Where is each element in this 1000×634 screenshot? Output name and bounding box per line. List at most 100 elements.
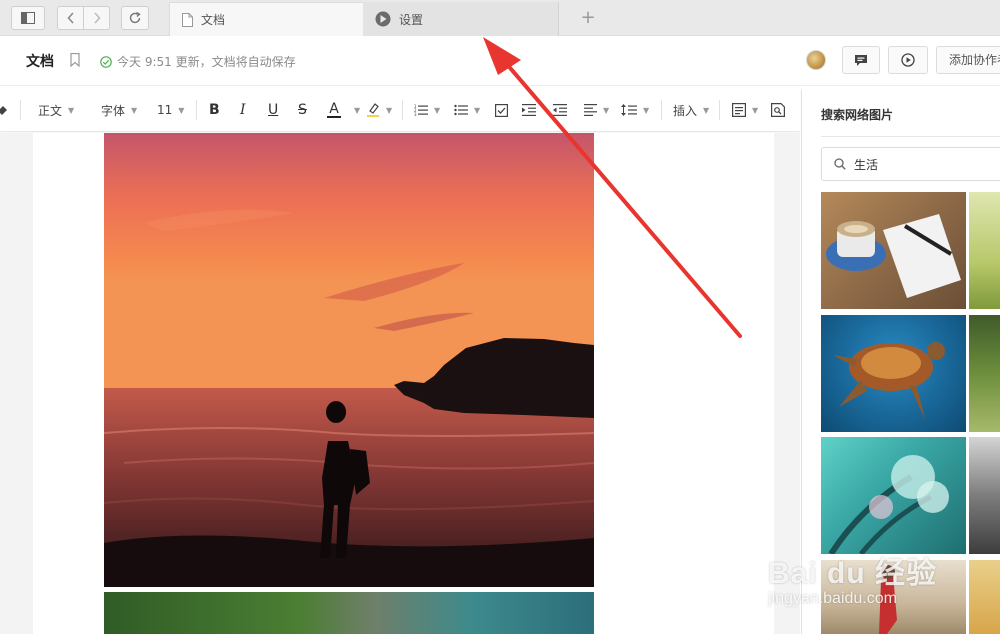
font-color-dropdown[interactable]: ▼ (348, 100, 360, 120)
tab-document[interactable]: 文档 (169, 2, 364, 36)
image-search-icon (771, 103, 785, 117)
image-search-input[interactable]: 生活 (821, 147, 1000, 181)
caret-down-icon: ▼ (178, 105, 185, 115)
search-icon (834, 158, 846, 170)
line-spacing-button[interactable]: ▼ (621, 100, 649, 120)
font-size-select[interactable]: 11 ▼ (157, 100, 184, 120)
bullet-list-button[interactable]: ▼ (454, 100, 480, 120)
watermark-logo: Bai du 经验 (768, 557, 938, 590)
user-avatar[interactable] (806, 50, 826, 70)
bookmark-button[interactable] (70, 52, 80, 71)
caret-down-icon: ▼ (643, 105, 650, 115)
dandelion-photo (828, 455, 949, 554)
baidu-jingyan-watermark: Bai du 经验 jingyan.baidu.com (768, 548, 948, 608)
paragraph-style-value: 正文 (38, 103, 63, 118)
result-image-field[interactable] (969, 192, 1000, 309)
caret-down-icon: ▼ (474, 105, 481, 115)
ordered-list-icon: 123 (414, 104, 428, 116)
coffee-photo (826, 214, 961, 298)
caret-down-icon: ▼ (68, 105, 75, 115)
panel-divider (821, 136, 1000, 137)
comment-icon (855, 54, 867, 66)
toolbar-divider (196, 100, 197, 120)
settings-app-icon (375, 11, 391, 27)
result-image-building[interactable] (969, 437, 1000, 554)
browser-tab-bar: 文档 设置 + (0, 0, 1000, 36)
strikethrough-button[interactable]: S (298, 100, 307, 120)
editor-canvas (0, 133, 800, 634)
back-button[interactable] (57, 6, 84, 30)
panel-title: 搜索网络图片 (821, 108, 894, 122)
line-spacing-icon (621, 104, 637, 116)
inserted-image-coast[interactable] (104, 592, 594, 634)
caret-down-icon: ▼ (703, 105, 710, 115)
checklist-button[interactable] (495, 100, 508, 120)
forward-button[interactable] (83, 6, 110, 30)
toolbar-divider (402, 100, 403, 120)
chevron-left-icon (66, 12, 74, 24)
font-color-button[interactable]: A (327, 100, 341, 120)
indent-icon (522, 104, 536, 116)
font-color-letter: A (329, 101, 339, 117)
font-color-bar (327, 116, 341, 118)
result-image-coffee[interactable] (821, 192, 966, 309)
underline-button[interactable]: U (268, 100, 278, 120)
paragraph-style-select[interactable]: 正文 ▼ (38, 100, 74, 120)
present-button[interactable] (888, 46, 928, 74)
sidebar-toggle-icon (21, 12, 35, 24)
font-size-value: 11 (157, 103, 173, 117)
result-image-dandelion[interactable] (821, 437, 966, 554)
document-page[interactable] (33, 133, 774, 634)
check-circle-icon (100, 55, 112, 68)
inserted-image-sunset[interactable] (104, 133, 594, 587)
indent-button[interactable] (522, 100, 536, 120)
document-header: 文档 今天 9:51 更新，文档将自动保存 添加协作者 (0, 36, 1000, 86)
highlight-button[interactable]: ▼ (366, 100, 392, 120)
highlighter-icon (367, 103, 379, 117)
watermark-url: jingyan.baidu.com (768, 590, 897, 607)
result-image-turtle[interactable] (821, 315, 966, 432)
save-status: 今天 9:51 更新，文档将自动保存 (100, 53, 296, 70)
tab-label: 文档 (201, 13, 226, 27)
turtle-photo (833, 342, 945, 419)
format-toolbar: 正文 ▼ 字体 ▼ 11 ▼ B I U S A ▼ ▼ 123 ▼ ▼ ▼ ▼ 插入… (0, 88, 800, 132)
caret-down-icon: ▼ (386, 105, 393, 115)
toolbar-divider (719, 100, 720, 120)
comments-button[interactable] (842, 46, 880, 74)
play-circle-icon (901, 53, 915, 67)
eraser-icon (0, 106, 7, 115)
result-image-sunlight[interactable] (969, 560, 1000, 634)
insert-label: 插入 (673, 103, 698, 118)
insert-menu-button[interactable]: 插入 ▼ (673, 100, 709, 120)
font-family-select[interactable]: 字体 ▼ (101, 100, 137, 120)
add-collaborator-button[interactable]: 添加协作者 (936, 46, 1000, 74)
outdent-button[interactable] (553, 100, 567, 120)
clear-format-button[interactable] (0, 100, 8, 120)
ordered-list-button[interactable]: 123 ▼ (414, 100, 440, 120)
tab-label: 设置 (399, 12, 424, 27)
document-icon (182, 12, 193, 27)
bold-button[interactable]: B (209, 100, 220, 120)
align-left-icon (584, 104, 597, 116)
table-button[interactable]: ▼ (732, 100, 758, 120)
table-icon (732, 103, 746, 117)
save-status-text: 今天 9:51 更新，文档将自动保存 (117, 55, 296, 69)
toolbar-divider (20, 100, 21, 120)
reload-button[interactable] (121, 6, 149, 30)
italic-button[interactable]: I (240, 100, 246, 120)
result-image-forest[interactable] (969, 315, 1000, 432)
toolbar-divider (661, 100, 662, 120)
caret-down-icon: ▼ (434, 105, 441, 115)
tab-settings[interactable]: 设置 (363, 2, 559, 36)
sidebar-toggle-button[interactable] (11, 6, 45, 30)
search-query: 生活 (854, 157, 879, 172)
align-button[interactable]: ▼ (584, 100, 609, 120)
bookmark-icon (70, 52, 80, 68)
document-title[interactable]: 文档 (26, 51, 54, 71)
chevron-right-icon (93, 12, 101, 24)
new-tab-button[interactable]: + (578, 8, 598, 28)
checkbox-icon (495, 103, 508, 117)
caret-down-icon: ▼ (354, 105, 361, 115)
bullet-list-icon (454, 104, 468, 116)
image-search-button[interactable] (771, 100, 785, 120)
